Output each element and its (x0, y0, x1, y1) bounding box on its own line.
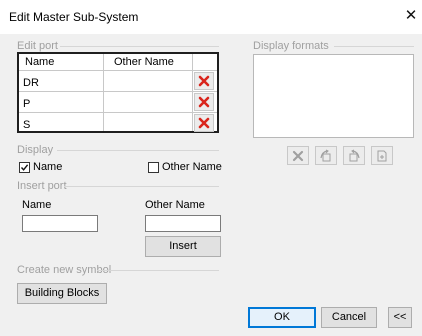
new-format-button[interactable] (371, 146, 393, 165)
delete-format-icon (292, 150, 304, 162)
edit-format-button[interactable] (315, 146, 337, 165)
name-checkbox-label[interactable]: Name (33, 161, 62, 173)
building-blocks-button[interactable]: Building Blocks (17, 283, 107, 304)
new-format-icon (377, 150, 387, 162)
other-name-checkbox-label[interactable]: Other Name (162, 161, 222, 173)
delete-port-button[interactable] (194, 114, 214, 132)
window-title: Edit Master Sub-System (9, 10, 139, 24)
port-name-cell[interactable]: P (23, 98, 30, 110)
edit-port-divider (60, 46, 219, 47)
other-name-checkbox[interactable] (148, 162, 159, 173)
display-divider (57, 150, 219, 151)
collapse-button[interactable]: << (388, 307, 412, 328)
insert-name-label: Name (22, 199, 52, 211)
port-grid-header: Name Other Name (19, 54, 217, 71)
checkmark-icon (20, 164, 29, 171)
close-button[interactable]: ✕ (403, 7, 419, 25)
table-row[interactable]: DR (19, 71, 217, 92)
display-group-label: Display (17, 144, 54, 156)
create-symbol-divider (97, 270, 219, 271)
edit-format-icon (320, 149, 331, 162)
insert-other-name-label: Other Name (145, 199, 205, 211)
column-header-name[interactable]: Name (25, 56, 54, 68)
port-name-cell[interactable]: DR (23, 77, 39, 89)
column-header-other-name[interactable]: Other Name (114, 56, 174, 68)
insert-other-name-input[interactable] (145, 215, 221, 232)
table-row[interactable]: S (19, 113, 217, 133)
red-x-icon (198, 96, 210, 108)
insert-port-group-label: Insert port (17, 180, 67, 192)
port-name-cell[interactable]: S (23, 119, 30, 131)
port-grid[interactable]: Name Other Name DR P S (17, 52, 219, 133)
ok-button[interactable]: OK (248, 307, 316, 328)
cancel-button[interactable]: Cancel (321, 307, 377, 328)
display-formats-list[interactable] (253, 54, 414, 138)
edit-port-group-label: Edit port (17, 40, 58, 52)
copy-format-icon (349, 149, 360, 162)
red-x-icon (198, 117, 210, 129)
insert-name-input[interactable] (22, 215, 98, 232)
name-checkbox[interactable] (19, 162, 30, 173)
delete-port-button[interactable] (194, 93, 214, 111)
insert-port-divider (64, 186, 219, 187)
insert-button[interactable]: Insert (145, 236, 221, 257)
red-x-icon (198, 75, 210, 87)
delete-port-button[interactable] (194, 72, 214, 90)
copy-format-button[interactable] (343, 146, 365, 165)
table-row[interactable]: P (19, 92, 217, 113)
delete-format-button[interactable] (287, 146, 309, 165)
display-formats-divider (334, 46, 414, 47)
display-formats-group-label: Display formats (253, 40, 329, 52)
